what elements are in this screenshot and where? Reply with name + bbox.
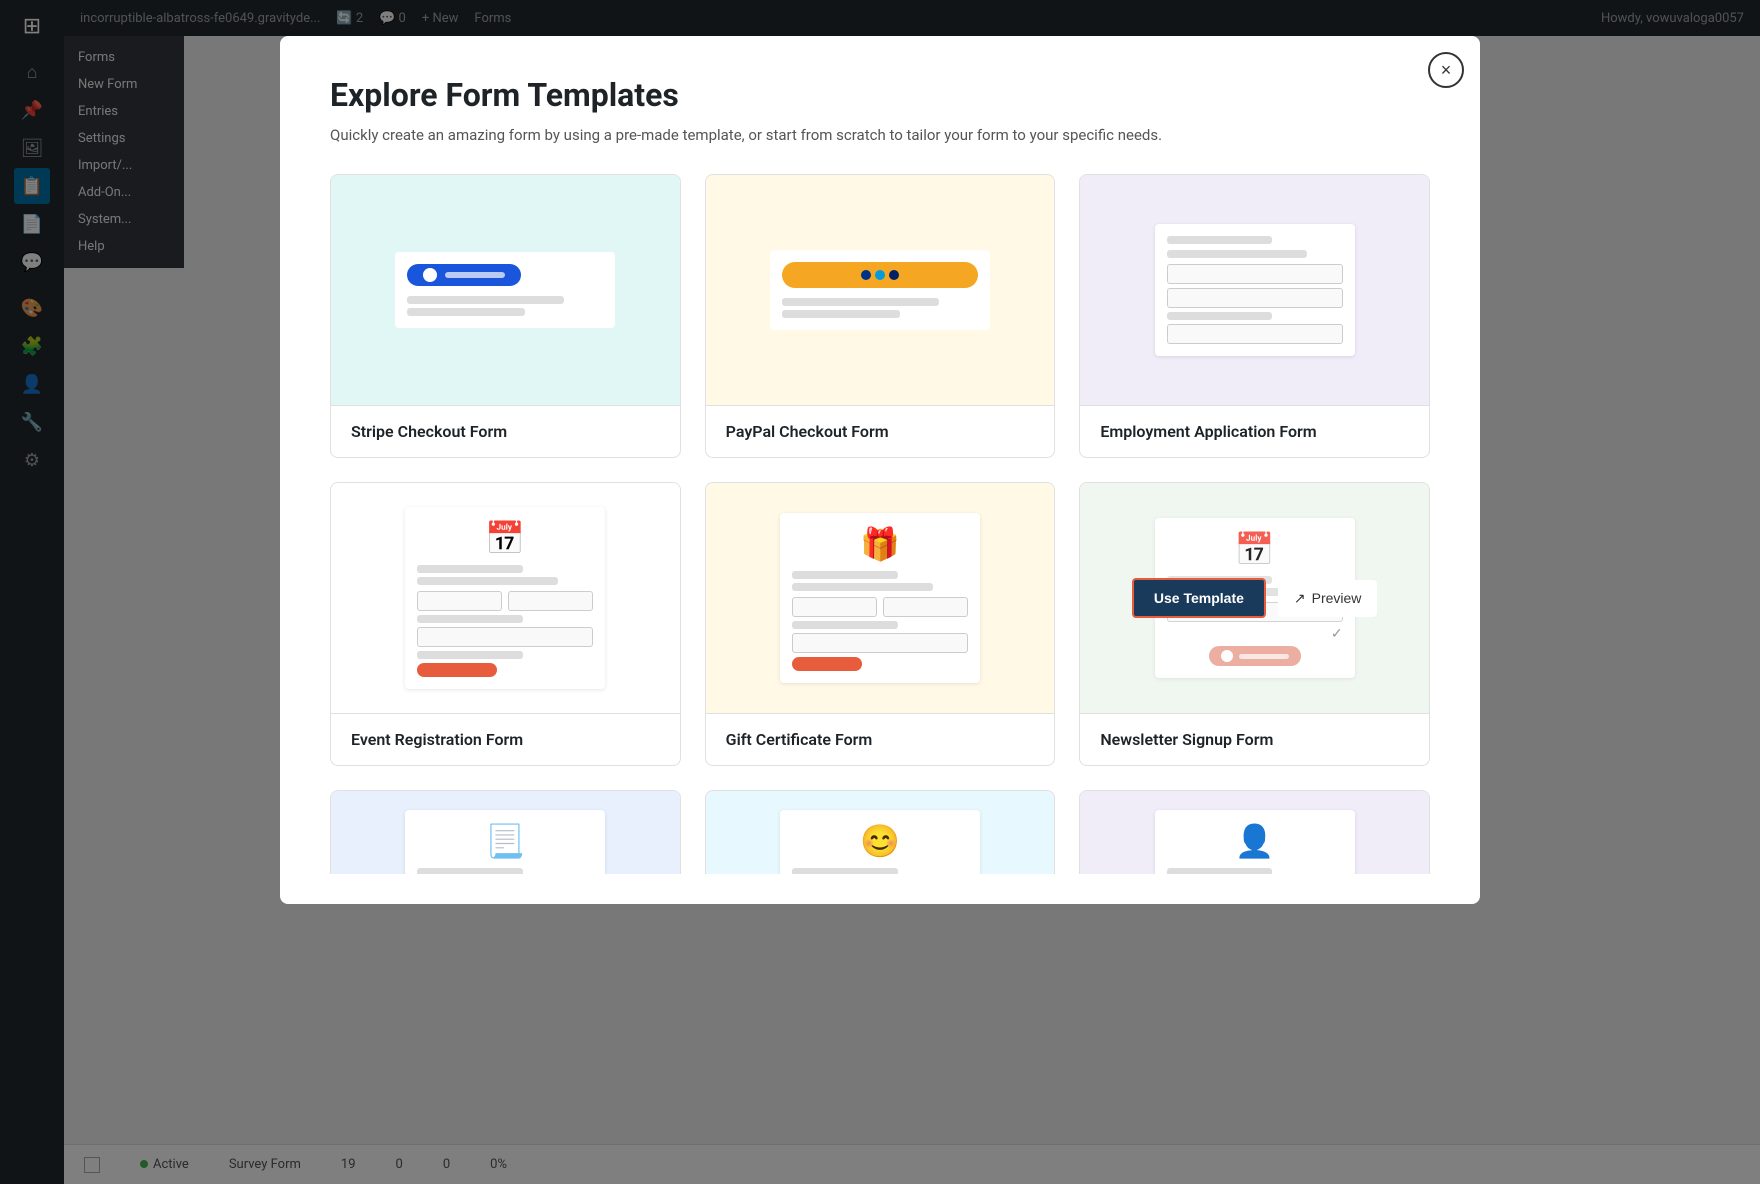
invoice-preview: 📃 <box>331 791 680 874</box>
template-card-stripe[interactable]: Stripe Checkout Form <box>330 174 681 458</box>
event-form-mock: 📅 <box>405 507 605 689</box>
use-template-button-newsletter[interactable]: Use Template <box>1132 578 1266 618</box>
template-card-paypal[interactable]: PayPal Checkout Form <box>705 174 1056 458</box>
employment-card-body: Employment Application Form <box>1080 405 1429 457</box>
modal-close-button[interactable]: × <box>1428 52 1464 88</box>
invoice-icon: 📃 <box>417 822 593 860</box>
survey-preview: 😊 <box>706 791 1055 874</box>
newsletter-card-actions: Use Template ↗ Preview <box>1080 483 1429 713</box>
gift-form-mock: 🎁 <box>780 513 980 683</box>
paypal-preview <box>706 175 1055 405</box>
template-card-user-reg[interactable]: 👤 <box>1079 790 1430 874</box>
newsletter-preview: 📅 ✓ Use Template ↗ <box>1080 483 1429 713</box>
gift-card-title: Gift Certificate Form <box>726 730 1035 749</box>
survey-form-mock: 😊 <box>780 810 980 874</box>
user-reg-preview: 👤 <box>1080 791 1429 874</box>
preview-button-newsletter[interactable]: ↗ Preview <box>1278 580 1378 617</box>
event-preview: 📅 <box>331 483 680 713</box>
external-link-icon: ↗ <box>1294 590 1306 607</box>
template-card-employment[interactable]: Employment Application Form <box>1079 174 1430 458</box>
paypal-card-title: PayPal Checkout Form <box>726 422 1035 441</box>
gift-card-body: Gift Certificate Form <box>706 713 1055 765</box>
stripe-widget-mock <box>395 252 615 328</box>
stripe-preview <box>331 175 680 405</box>
newsletter-card-title: Newsletter Signup Form <box>1100 730 1409 749</box>
modal-subtitle: Quickly create an amazing form by using … <box>330 126 1430 144</box>
user-reg-form-mock: 👤 <box>1155 810 1355 874</box>
employment-card-title: Employment Application Form <box>1100 422 1409 441</box>
template-card-survey[interactable]: 😊 <box>705 790 1056 874</box>
template-card-gift[interactable]: 🎁 Gift Certificate Form <box>705 482 1056 766</box>
survey-icon: 😊 <box>792 822 968 860</box>
event-card-body: Event Registration Form <box>331 713 680 765</box>
newsletter-card-body: Newsletter Signup Form <box>1080 713 1429 765</box>
gift-icon: 🎁 <box>792 525 968 563</box>
stripe-card-title: Stripe Checkout Form <box>351 422 660 441</box>
user-reg-icon: 👤 <box>1167 822 1343 860</box>
paypal-button-mock <box>782 262 978 288</box>
gift-preview: 🎁 <box>706 483 1055 713</box>
template-card-invoice[interactable]: 📃 <box>330 790 681 874</box>
event-icon: 📅 <box>417 519 593 557</box>
templates-modal: × Explore Form Templates Quickly create … <box>280 36 1480 904</box>
employment-form-mock <box>1155 224 1355 356</box>
template-card-newsletter[interactable]: 📅 ✓ Use Template ↗ <box>1079 482 1430 766</box>
modal-overlay[interactable]: × Explore Form Templates Quickly create … <box>0 0 1760 1184</box>
event-card-title: Event Registration Form <box>351 730 660 749</box>
invoice-form-mock: 📃 <box>405 810 605 874</box>
employment-preview <box>1080 175 1429 405</box>
paypal-mock <box>770 250 990 330</box>
templates-grid: Stripe Checkout Form <box>330 174 1430 874</box>
close-icon: × <box>1441 60 1452 81</box>
paypal-dots <box>861 270 899 280</box>
template-card-event[interactable]: 📅 Event Registration Form <box>330 482 681 766</box>
paypal-card-body: PayPal Checkout Form <box>706 405 1055 457</box>
stripe-toggle <box>407 264 521 286</box>
modal-title: Explore Form Templates <box>330 76 1430 114</box>
stripe-card-body: Stripe Checkout Form <box>331 405 680 457</box>
